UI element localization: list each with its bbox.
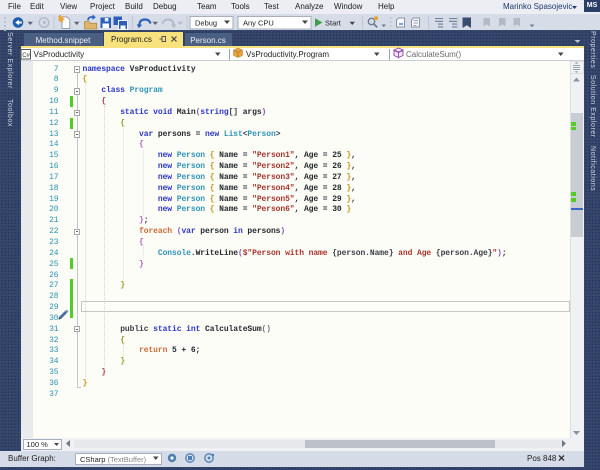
svg-text:Start: Start [325, 19, 342, 28]
svg-text:Any CPU: Any CPU [243, 19, 274, 28]
svg-text:Debug: Debug [195, 19, 217, 28]
svg-text:C#: C# [22, 53, 30, 59]
